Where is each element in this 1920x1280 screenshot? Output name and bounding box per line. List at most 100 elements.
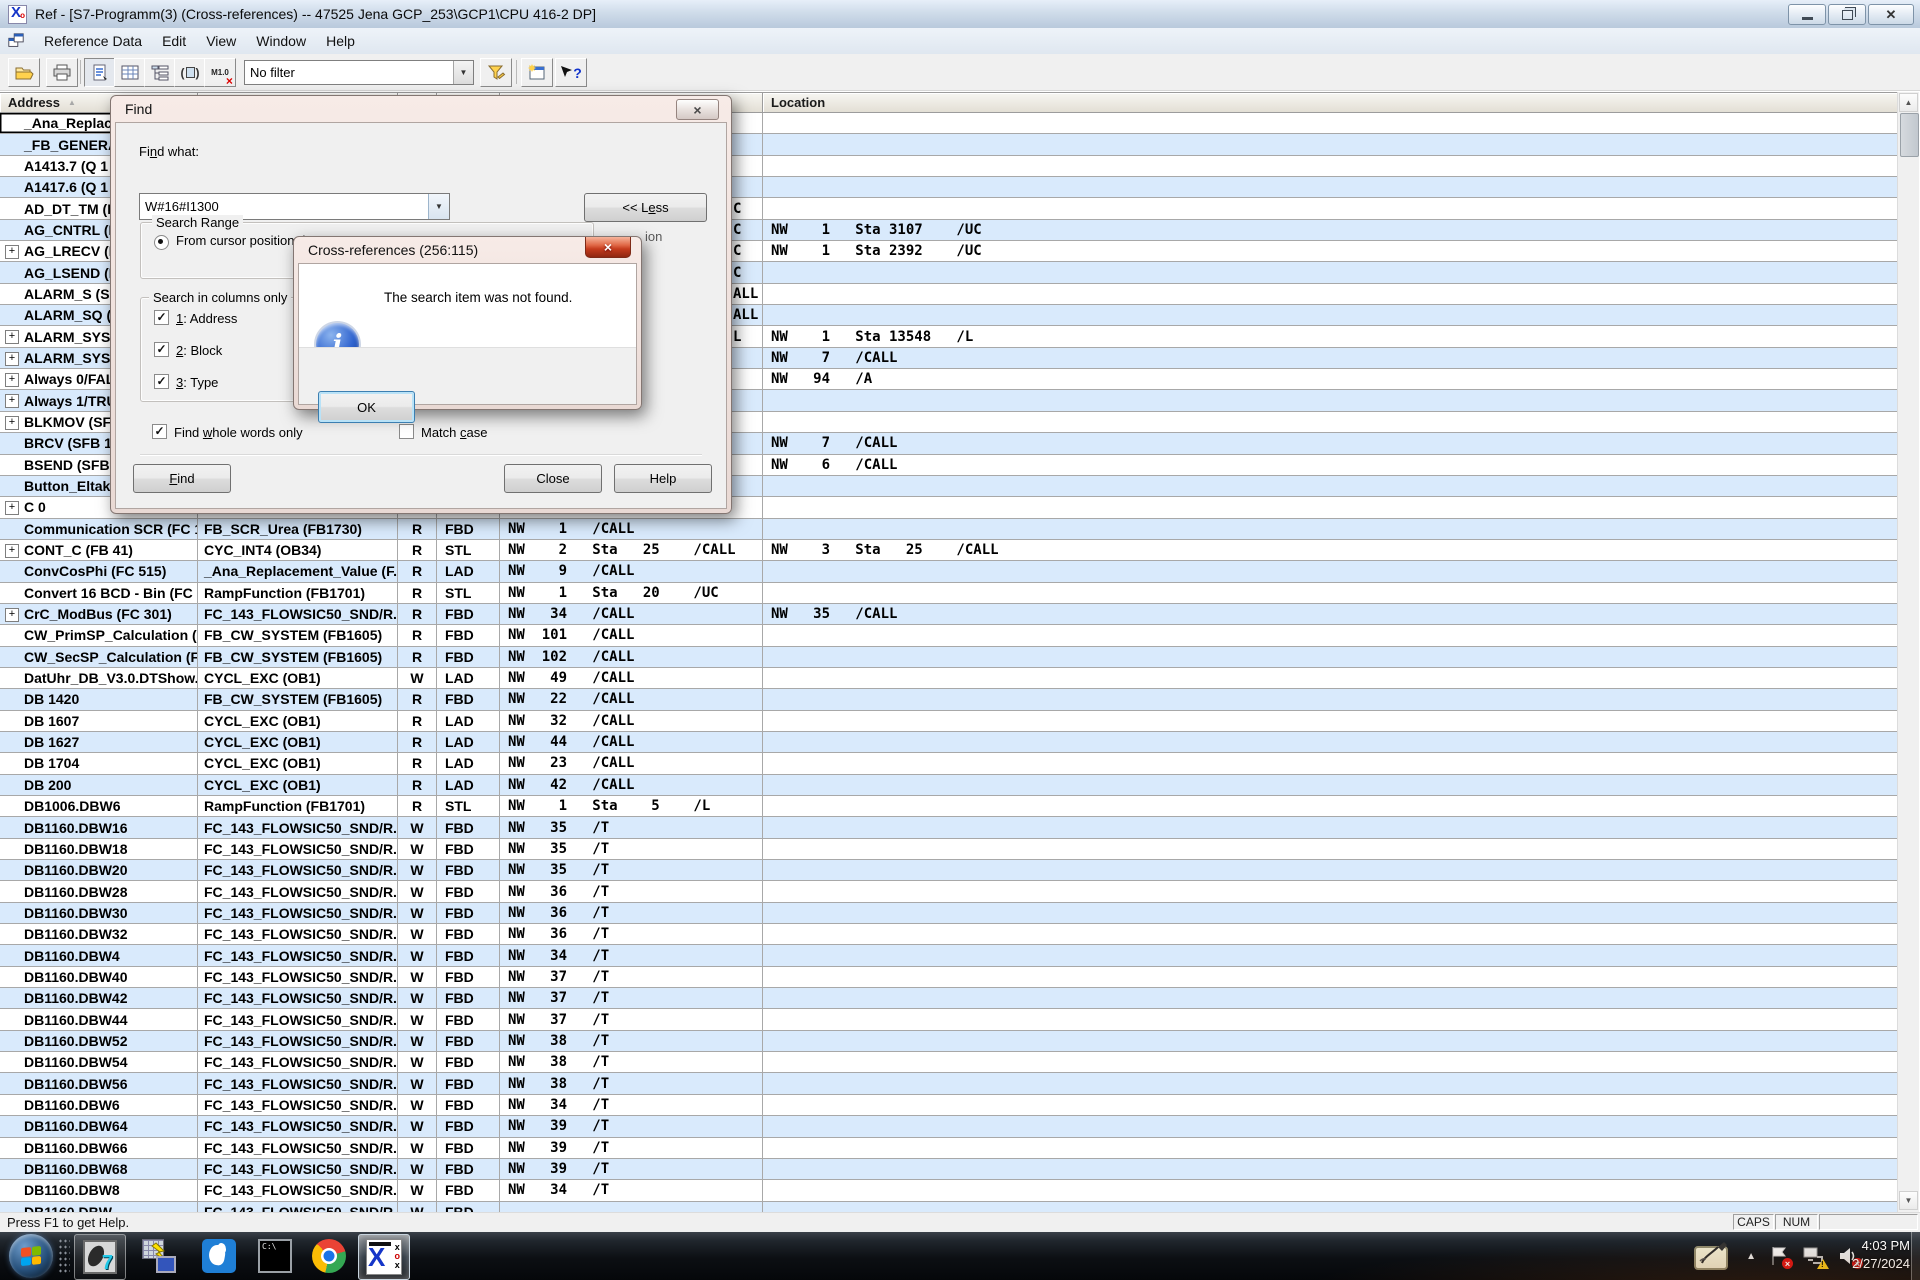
expander-plus-icon[interactable]: + [5, 544, 19, 558]
table-row[interactable]: +CONT_C (FB 41)CYC_INT4 (OB34)RSTLNW 2 S… [0, 540, 1897, 561]
table-row[interactable]: DB1160.DBW32FC_143_FLOWSIC50_SND/R...WFB… [0, 924, 1897, 945]
close-dialog-button[interactable]: Close [504, 464, 602, 493]
column-header-location2[interactable]: Location [763, 93, 1897, 113]
chevron-down-icon[interactable]: ▼ [453, 61, 473, 84]
mdi-system-menu-icon[interactable] [6, 32, 26, 50]
menu-item-reference-data[interactable]: Reference Data [34, 30, 152, 52]
table-row[interactable]: DatUhr_DB_V3.0.DTShow...CYCL_EXC (OB1)WL… [0, 668, 1897, 689]
table-row[interactable]: DB1160.DBW28FC_143_FLOWSIC50_SND/R...WFB… [0, 881, 1897, 902]
scroll-up-button[interactable]: ▲ [1899, 93, 1918, 112]
menu-item-view[interactable]: View [196, 30, 246, 52]
type-checkbox[interactable]: ✓ [154, 374, 169, 389]
table-row[interactable]: DB1160.DBW16FC_143_FLOWSIC50_SND/R...WFB… [0, 817, 1897, 838]
table-row[interactable]: DB1160.DBW52FC_143_FLOWSIC50_SND/R...WFB… [0, 1031, 1897, 1052]
taskbar-item-blue-app[interactable] [194, 1234, 244, 1278]
table-row[interactable]: DB1160.DBW4FC_143_FLOWSIC50_SND/R...WFBD… [0, 945, 1897, 966]
taskbar-item-hw-config[interactable] [134, 1234, 184, 1278]
addresses-without-symbol-button[interactable]: M1.0× [204, 58, 236, 87]
unused-symbols-button[interactable]: () [174, 58, 206, 87]
new-window-button[interactable] [521, 58, 553, 87]
table-row[interactable]: +CrC_ModBus (FC 301)FC_143_FLOWSIC50_SND… [0, 604, 1897, 625]
print-button[interactable] [46, 58, 78, 87]
table-row[interactable]: Convert 16 BCD - Bin (FC ...RampFunction… [0, 583, 1897, 604]
find-dialog-titlebar[interactable]: Find [111, 96, 731, 121]
scrollbar-thumb[interactable] [1900, 113, 1919, 157]
action-center-tray-icon[interactable]: × [1770, 1246, 1788, 1266]
table-row[interactable]: DB1160.DBW8FC_143_FLOWSIC50_SND/R...WFBD… [0, 1180, 1897, 1201]
table-row[interactable]: DB1160.DBW64FC_143_FLOWSIC50_SND/R...WFB… [0, 1116, 1897, 1137]
table-row[interactable]: DB1160.DBW66FC_143_FLOWSIC50_SND/R...WFB… [0, 1138, 1897, 1159]
restore-button[interactable] [1828, 4, 1866, 25]
block-checkbox[interactable]: ✓ [154, 342, 169, 357]
program-structure-button[interactable] [144, 58, 176, 87]
expander-plus-icon[interactable]: + [5, 330, 19, 344]
show-hidden-icons-button[interactable]: ▲ [1746, 1251, 1756, 1262]
table-row[interactable]: DB1160.DBW44FC_143_FLOWSIC50_SND/R...WFB… [0, 1009, 1897, 1030]
close-button[interactable]: ✕ [1868, 4, 1914, 25]
table-row[interactable]: CW_PrimSP_Calculation (F...FB_CW_SYSTEM … [0, 625, 1897, 646]
table-row[interactable]: Communication SCR (FC 1...FB_SCR_Urea (F… [0, 519, 1897, 540]
menu-item-edit[interactable]: Edit [152, 30, 196, 52]
table-row[interactable]: DB1160.DBW6FC_143_FLOWSIC50_SND/R...WFBD… [0, 1095, 1897, 1116]
chevron-down-icon[interactable]: ▼ [428, 194, 449, 219]
address-checkbox[interactable]: ✓ [154, 310, 169, 325]
table-row[interactable]: ConvCosPhi (FC 515)_Ana_Replacement_Valu… [0, 561, 1897, 582]
table-row[interactable]: DB1160.DBW18FC_143_FLOWSIC50_SND/R...WFB… [0, 839, 1897, 860]
network-tray-icon[interactable]: ! [1802, 1246, 1824, 1266]
ok-button[interactable]: OK [318, 391, 415, 423]
tablet-input-tray-icon[interactable] [1694, 1241, 1732, 1271]
expander-plus-icon[interactable]: + [5, 352, 19, 366]
table-row[interactable]: DB1160.DBW40FC_143_FLOWSIC50_SND/R...WFB… [0, 967, 1897, 988]
expander-plus-icon[interactable]: + [5, 501, 19, 515]
table-row[interactable]: DB1160.DBW68FC_143_FLOWSIC50_SND/R...WFB… [0, 1159, 1897, 1180]
menu-item-window[interactable]: Window [246, 30, 316, 52]
taskbar-item-command-prompt[interactable]: C:\ [250, 1234, 300, 1278]
table-row[interactable]: DB1006.DBW6RampFunction (FB1701)RSTLNW 1… [0, 796, 1897, 817]
vertical-scrollbar[interactable]: ▲ ▼ [1897, 92, 1919, 1212]
taskbar-item-cross-references-active[interactable]: X xox [358, 1234, 410, 1280]
assignment-view-button[interactable] [114, 58, 146, 87]
table-row[interactable]: DB 1704CYCL_EXC (OB1)RLADNW 23 /CALL [0, 753, 1897, 774]
from-cursor-radio[interactable] [154, 235, 169, 250]
open-button[interactable] [8, 58, 40, 87]
table-row[interactable]: DB 200CYCL_EXC (OB1)RLADNW 42 /CALL [0, 775, 1897, 796]
expander-plus-icon[interactable]: + [5, 416, 19, 430]
table-row[interactable]: DB 1607CYCL_EXC (OB1)RLADNW 32 /CALL [0, 711, 1897, 732]
find-dialog-close-button[interactable]: × [676, 99, 719, 120]
table-row[interactable]: DB 1627CYCL_EXC (OB1)RLADNW 44 /CALL [0, 732, 1897, 753]
scroll-down-button[interactable]: ▼ [1899, 1191, 1918, 1210]
table-row[interactable]: CW_SecSP_Calculation (F...FB_CW_SYSTEM (… [0, 647, 1897, 668]
start-button[interactable] [9, 1234, 53, 1278]
context-help-button[interactable]: ? [555, 58, 587, 87]
table-row[interactable]: DB1160.DBW42FC_143_FLOWSIC50_SND/R...WFB… [0, 988, 1897, 1009]
less-button[interactable]: << Less [584, 193, 707, 222]
show-desktop-button[interactable] [1911, 1232, 1920, 1280]
expander-plus-icon[interactable]: + [5, 394, 19, 408]
help-button[interactable]: Help [614, 464, 712, 493]
taskbar-item-simatic-manager[interactable]: 7 [74, 1234, 126, 1280]
message-box-close-button[interactable]: × [585, 237, 631, 258]
menu-item-help[interactable]: Help [316, 30, 365, 52]
taskbar-clock[interactable]: 4:03 PM 2/27/2024 [1852, 1237, 1910, 1273]
match-case-checkbox[interactable] [399, 424, 414, 439]
edit-filter-button[interactable] [480, 58, 512, 87]
table-row[interactable]: DB 1420FB_CW_SYSTEM (FB1605)RFBDNW 22 /C… [0, 689, 1897, 710]
filter-combobox[interactable]: No filter ▼ [244, 60, 474, 85]
expander-plus-icon[interactable]: + [5, 245, 19, 259]
location-cell: NW 34 /T [508, 948, 609, 964]
table-row[interactable]: DB1160.DBW56FC_143_FLOWSIC50_SND/R...WFB… [0, 1073, 1897, 1094]
minimize-button[interactable] [1788, 4, 1826, 25]
expander-plus-icon[interactable]: + [5, 373, 19, 387]
show-cross-references-button[interactable] [84, 58, 116, 87]
find-button[interactable]: Find [133, 464, 231, 493]
window-titlebar[interactable]: Xo Ref - [S7-Programm(3) (Cross-referenc… [0, 0, 1920, 29]
whole-words-checkbox[interactable]: ✓ [152, 424, 167, 439]
expander-plus-icon[interactable]: + [5, 608, 19, 622]
address-checkbox-label: 1: Address [176, 311, 237, 326]
volume-tray-icon[interactable]: × [1838, 1246, 1858, 1266]
table-row[interactable]: DB1160.DBW30FC_143_FLOWSIC50_SND/R...WFB… [0, 903, 1897, 924]
taskbar-item-chrome[interactable] [304, 1234, 354, 1278]
block-cell: FC_143_FLOWSIC50_SND/R... [204, 990, 398, 1006]
table-row[interactable]: DB1160.DBW20FC_143_FLOWSIC50_SND/R...WFB… [0, 860, 1897, 881]
table-row[interactable]: DB1160.DBW54FC_143_FLOWSIC50_SND/R...WFB… [0, 1052, 1897, 1073]
